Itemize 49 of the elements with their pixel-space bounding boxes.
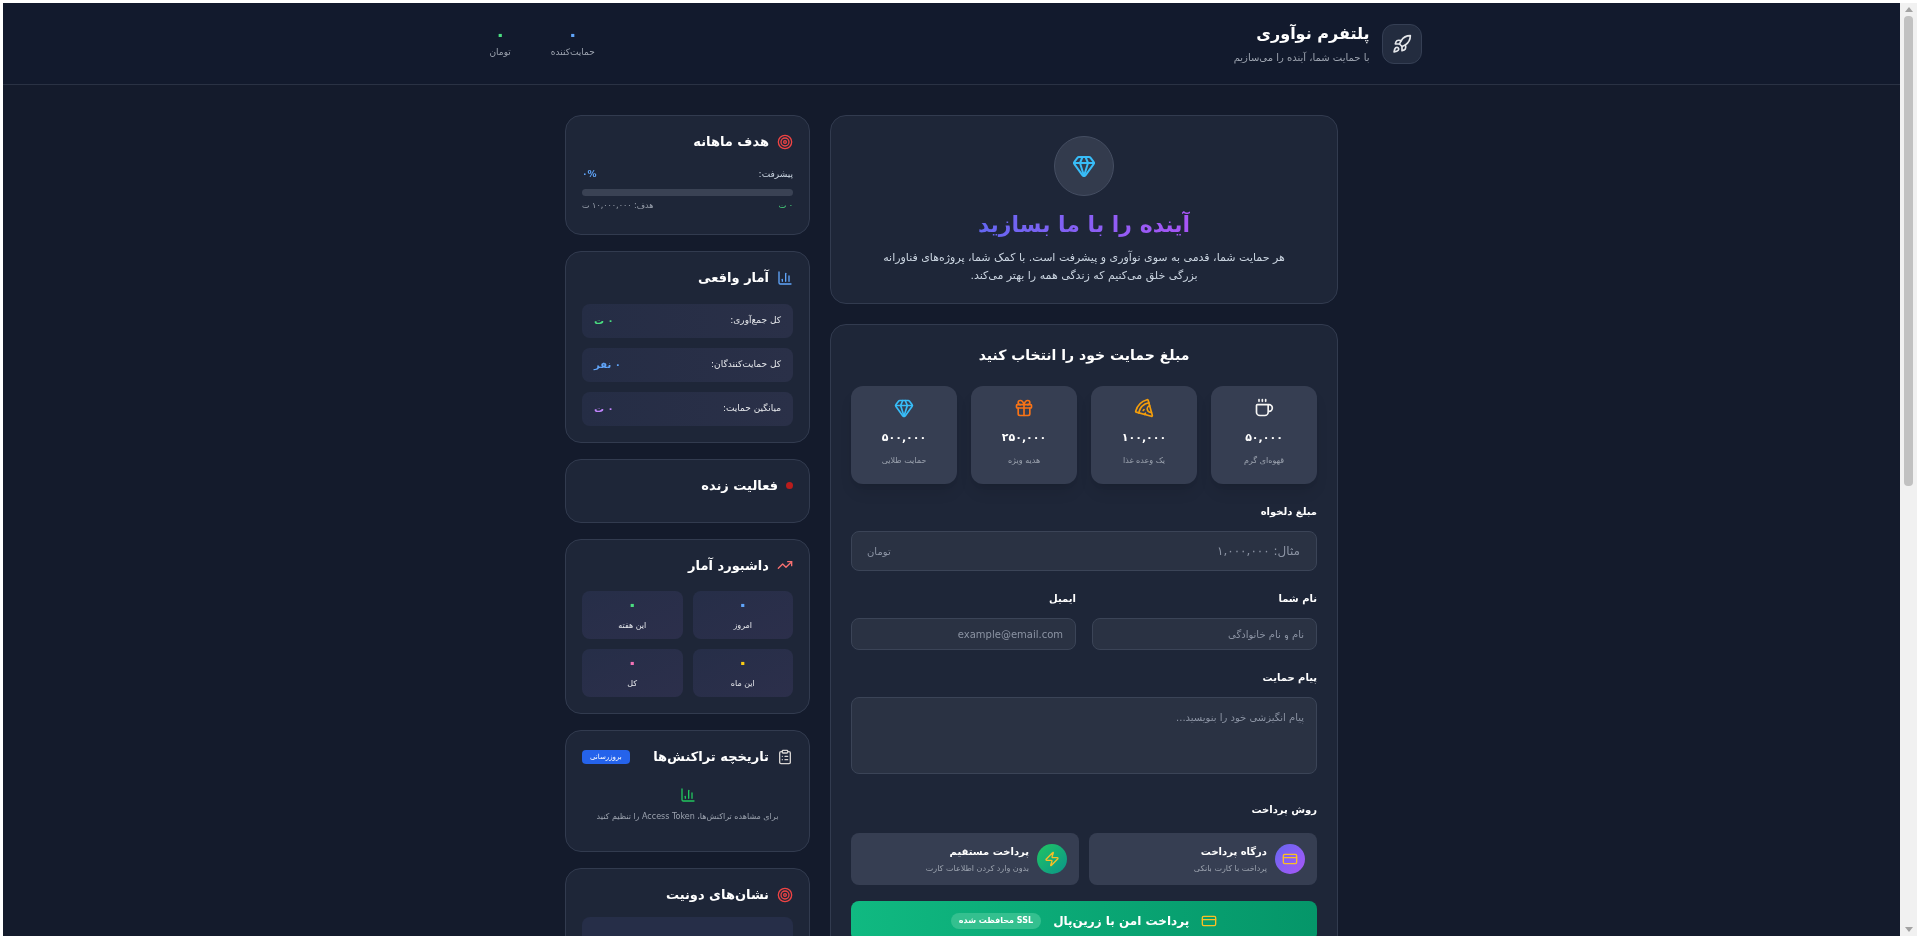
stat-value: ۰ ت [594, 314, 614, 328]
tile-value: ۰ [626, 656, 638, 670]
tile-label: این ماه [730, 678, 755, 690]
site-subtitle: با حمایت شما، آینده را می‌سازیم [1233, 50, 1370, 65]
card-title: داشبورد آمار [688, 556, 769, 575]
message-field[interactable]: پیام انگیزشی خود را بنویسید... [851, 697, 1317, 774]
tile-value: ۰ [737, 598, 749, 612]
section-title: مبلغ حمایت خود را انتخاب کنید [978, 346, 1190, 366]
amount-option[interactable]: ۵۰,۰۰۰ قهوه‌ای گرم [1211, 386, 1317, 484]
name-field[interactable]: نام و نام خانوادگی [1092, 618, 1317, 650]
card-title: آمار واقعی [698, 268, 769, 287]
tile-value: ۰ [626, 598, 638, 612]
tile-label: امروز [733, 620, 753, 632]
stat-value: ۰ [567, 27, 579, 42]
card-title: تاریخچه تراکنش‌ها [653, 748, 769, 766]
progress-percent: ۰% [582, 167, 597, 181]
site-title: پلتفرم نوآوری [1255, 23, 1370, 46]
raised-amount: ۰ ت [778, 200, 793, 212]
amount-option[interactable]: ۲۵۰,۰۰۰ هدیه ویژه [971, 386, 1077, 484]
hero-text: هر حمایت شما، قدمی به سوی نوآوری و پیشرفت است. با کمک شما، پروژه‌های فناورانه بزرگی خلق می‌کنیم که زندگی همه را بهتر می‌کند. [882, 249, 1286, 284]
target-amount: هدف: ۱۰,۰۰۰,۰۰۰ ت [582, 200, 654, 212]
unit-label: تومان [867, 545, 891, 559]
stat-row: کل حمایت‌کنندگان: ۰ نفر [582, 347, 793, 382]
stat-value: ۰ ت [594, 402, 614, 416]
email-field[interactable]: example@email.com [851, 618, 1076, 650]
field-label: ایمیل [1048, 592, 1076, 606]
field-label: پیام حمایت [1261, 671, 1317, 685]
stat-row: کل جمع‌آوری: ۰ ت [582, 303, 793, 338]
field-label: نام شما [1277, 592, 1317, 606]
tile-label: این هفته [618, 620, 647, 632]
stat-label: حمایت‌کننده [550, 45, 595, 59]
stat-value: ۰ نفر [594, 358, 621, 372]
payment-option[interactable]: پرداخت مستقیم بدون وارد کردن اطلاعات کارت [851, 833, 1079, 885]
stat-label: تومان [489, 45, 511, 59]
tile-value: ۰ [737, 656, 749, 670]
tile-label: کل [627, 678, 638, 690]
empty-text: برای مشاهده تراکنش‌ها، Access Token را تنظیم کنید [596, 810, 779, 823]
field-label: مبلغ دلخواه [1259, 505, 1317, 519]
stat-value: ۰ [494, 27, 506, 42]
card-title: هدف ماهانه [693, 133, 769, 151]
card-title: نشان‌های دونیت [665, 886, 769, 904]
payment-option[interactable]: درگاه پرداخت پرداخت با کارت بانکی [1089, 833, 1317, 885]
amount-option[interactable]: ۱۰۰,۰۰۰ یک وعده غذا [1091, 386, 1197, 484]
card-title: فعالیت زنده [701, 476, 778, 495]
ssl-badge: SSL محافظت شده [950, 913, 1042, 929]
field-label: روش پرداخت [1250, 803, 1317, 817]
amount-option[interactable]: ۵۰۰,۰۰۰ حمایت طلایی [851, 386, 957, 484]
progress-label: پیشرفت: [758, 167, 793, 181]
stat-row: میانگین حمایت: ۰ ت [582, 391, 793, 426]
